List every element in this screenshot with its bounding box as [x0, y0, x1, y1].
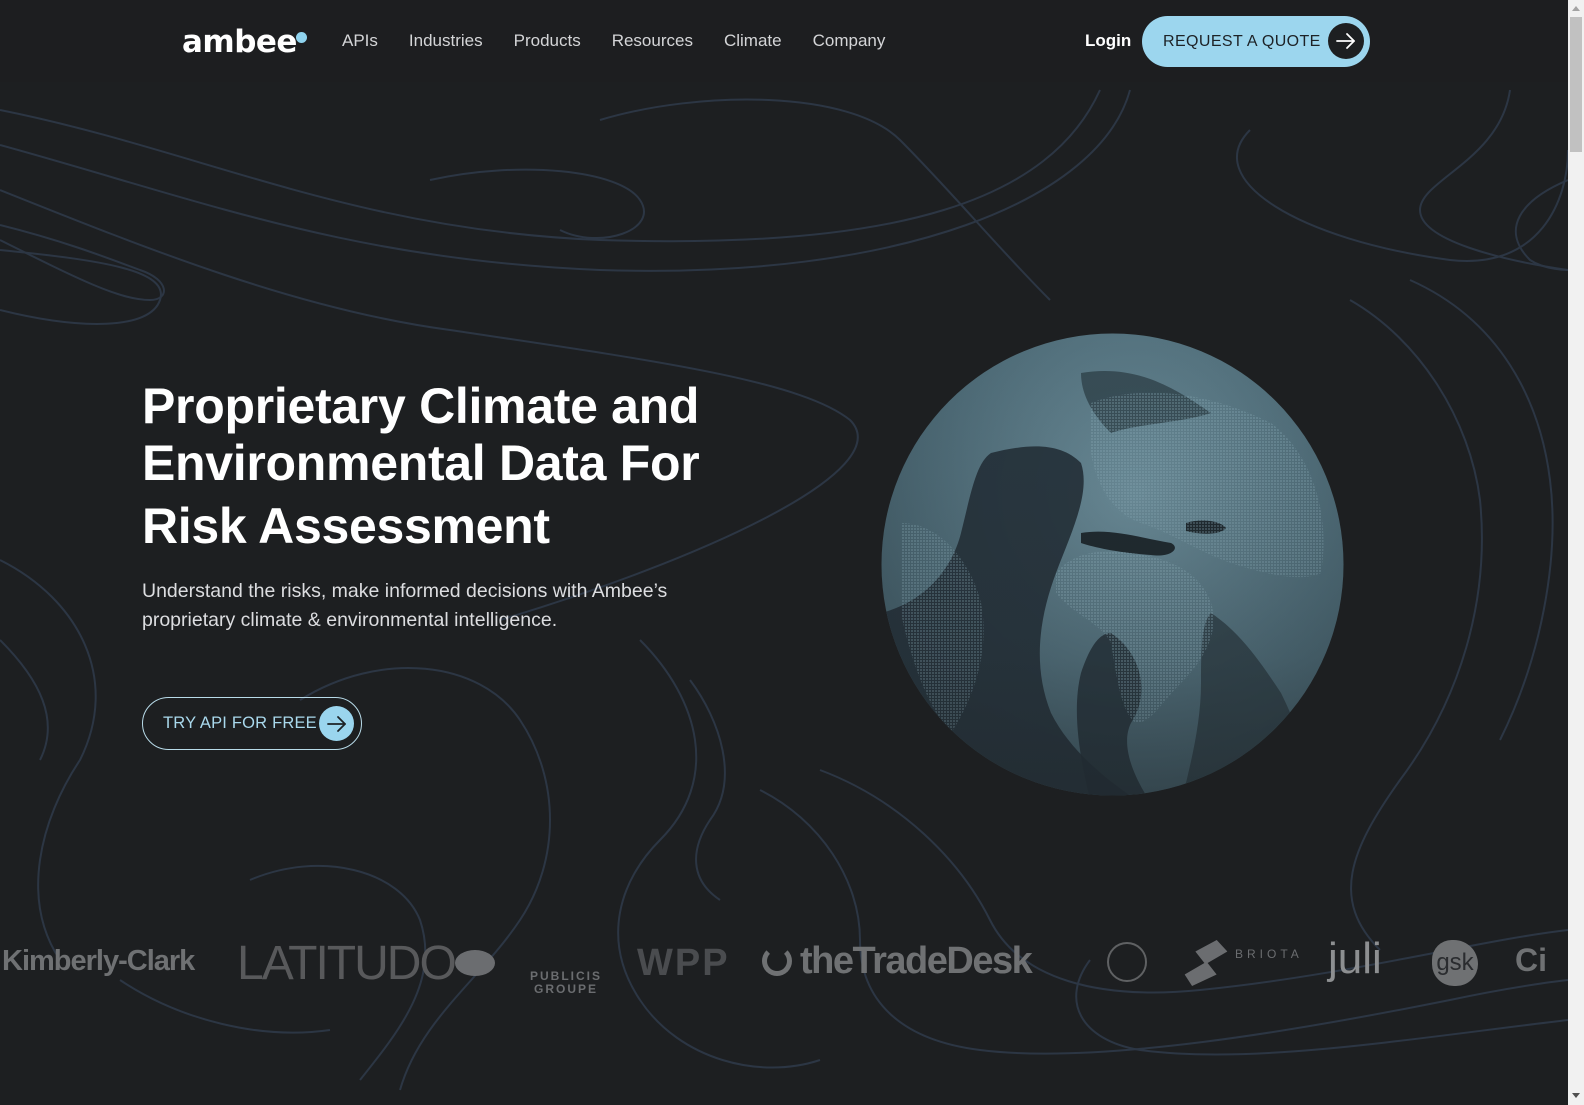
scrollbar-thumb[interactable]: [1570, 17, 1582, 152]
request-quote-button[interactable]: REQUEST A QUOTE: [1142, 16, 1370, 67]
hero-subtitle: Understand the risks, make informed deci…: [142, 580, 668, 631]
nav-industries[interactable]: Industries: [409, 30, 483, 52]
briota-mark-icon: [1179, 940, 1232, 986]
hero-title: Proprietary Climate and Environmental Da…: [142, 378, 782, 555]
client-logo-kimberly-clark: Kimberly-Clark: [2, 945, 195, 977]
nav-company[interactable]: Company: [813, 30, 886, 52]
try-api-label: TRY API FOR FREE: [163, 714, 317, 732]
request-quote-label: REQUEST A QUOTE: [1163, 32, 1321, 50]
try-api-button[interactable]: TRY API FOR FREE: [142, 697, 362, 750]
tradedesk-power-icon: [762, 946, 792, 976]
client-logo-publicis: PUBLICIS GROUPE: [529, 969, 602, 996]
client-logo-thetradedesk: theTradeDesk: [800, 940, 1033, 982]
client-logos: Kimberly-Clark LATITUDO PUBLICIS GROUPE …: [0, 920, 1550, 1005]
client-logo-briota: BRIOTA: [1235, 947, 1303, 961]
client-logo-boots: [455, 950, 495, 976]
globe-icon: [881, 333, 1344, 796]
nav-products[interactable]: Products: [514, 30, 581, 52]
logo-dot-icon: [296, 32, 307, 43]
main-nav: APIs Industries Products Resources Clima…: [342, 30, 916, 52]
client-logo-wpp: WPP: [637, 942, 730, 984]
vertical-scrollbar[interactable]: [1568, 0, 1584, 1105]
client-logo-latitudo: LATITUDO: [237, 937, 457, 990]
page: ambee APIs Industries Products Resources…: [0, 0, 1568, 1105]
nav-apis[interactable]: APIs: [342, 30, 378, 52]
client-logo-bayer: [1107, 942, 1147, 982]
scroll-down-arrow-icon[interactable]: [1572, 1093, 1580, 1098]
hero-title-line-2: Environmental Data For: [142, 435, 700, 491]
nav-resources[interactable]: Resources: [612, 30, 693, 52]
arrow-right-icon: [319, 706, 354, 741]
ambee-logo[interactable]: ambee: [182, 22, 297, 62]
arrow-right-icon: [1328, 23, 1364, 59]
client-logo-gsk: gsk: [1432, 940, 1478, 986]
scroll-up-arrow-icon[interactable]: [1572, 6, 1580, 11]
client-logo-ci: Ci: [1515, 942, 1547, 978]
hero-title-line-1: Proprietary Climate and: [142, 378, 700, 434]
header: ambee APIs Industries Products Resources…: [0, 0, 1568, 82]
gsk-label: gsk: [1436, 949, 1474, 976]
client-logo-juli: juli: [1328, 934, 1382, 983]
hero-title-line-3: Risk Assessment: [142, 498, 550, 554]
login-link[interactable]: Login: [1085, 30, 1131, 52]
nav-climate[interactable]: Climate: [724, 30, 782, 52]
